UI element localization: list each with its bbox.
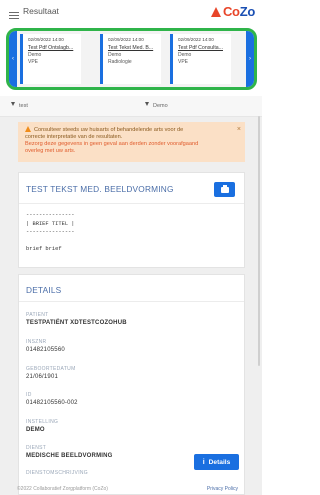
document-panel: TEST TEKST MED. BEELDVORMING -----------… [18,172,245,268]
logo-mark-icon [210,7,221,17]
warning-banner: Consulteer steeds uw huisarts of behande… [18,122,245,162]
filter-row: test Demo [0,96,262,117]
field-label: GEBOORTEDATUM [26,366,76,372]
logo-part2: Zo [239,4,256,19]
document-body: --------------- | BRIEF TITEL | --------… [26,212,75,252]
card-type: VPE [178,59,189,65]
field-value: 01482105560-002 [26,400,78,406]
card-dept: Demo [108,52,122,58]
scrollbar[interactable] [258,116,260,366]
filter-icon [11,102,15,106]
hamburger-menu-icon[interactable] [9,12,19,20]
divider [19,203,244,204]
card-name[interactable]: Test Pdf Ontslagb... [28,45,79,51]
details-field-insznr: INSZNR 01482105560 [26,339,65,353]
details-field-patient: PATIENT TESTPATIËNT XDTESTCOZOHUB [26,312,127,326]
field-label: INSTELLING [26,419,59,425]
details-field-instelling: INSTELLING DEMO [26,419,58,433]
print-button[interactable] [214,182,235,197]
result-card[interactable]: 02/09/2022 14:00 Test Pdf Ontslagb... De… [20,34,81,84]
footer: ©2022 Collaboratief Zorgplatform (CoZo) … [0,483,262,495]
field-value: MEDISCHE BEELDVORMING [26,453,113,459]
filter-test-label: test [19,103,28,109]
card-dept: Demo [28,52,42,58]
details-button-label: Details [208,458,231,466]
details-button[interactable]: i Details [194,454,239,470]
details-field-id: ID 01482105560-002 [26,392,78,406]
filter-demo-label: Demo [153,103,168,109]
warning-line-2: correcte interpretatie van de resultaten… [25,134,123,140]
divider [19,301,244,302]
page-title: Resultaat [23,6,59,16]
card-name[interactable]: Test Pdf Consulta... [178,45,229,51]
card-date: 02/09/2022 14:00 [178,37,214,42]
warning-close-button[interactable]: × [237,126,241,133]
field-label: ID [26,392,32,398]
field-value: DEMO [26,427,45,433]
card-type: Radiologie [108,59,132,65]
field-value: 01482105560 [26,347,65,353]
result-card[interactable]: 02/09/2022 14:00 Test Pdf Consulta... De… [170,34,231,84]
top-bar: Resultaat CoZo [0,0,262,24]
result-card[interactable]: 02/09/2022 14:00 Test Tekst Med. B... De… [100,34,161,84]
card-date: 02/09/2022 14:00 [28,37,64,42]
filter-test[interactable]: test [11,102,28,109]
card-dept: Demo [178,52,192,58]
field-label: DIENSTOMSCHRIJVING [26,470,88,476]
card-date: 02/09/2022 14:00 [108,37,144,42]
document-title: TEST TEKST MED. BEELDVORMING [26,184,174,194]
card-type: VPE [28,59,39,65]
details-field-dienstomschrijving: DIENSTOMSCHRIJVING [26,470,88,478]
results-carousel: ‹ 02/09/2022 14:00 Test Pdf Ontslagb... … [6,28,257,90]
warning-icon [25,126,31,132]
field-label: DIENST [26,445,47,451]
filter-icon [145,102,149,106]
logo-part1: Co [222,4,240,19]
warning-line-4: overleg met uw arts. [25,148,76,154]
carousel-prev-button[interactable]: ‹ [9,31,17,87]
card-name[interactable]: Test Tekst Med. B... [108,45,159,51]
field-value: TESTPATIËNT XDTESTCOZOHUB [26,320,127,326]
warning-line-3: Bezorg deze gegevens in geen geval aan d… [25,141,199,147]
printer-icon [220,184,229,193]
privacy-policy-link[interactable]: Privacy Policy [207,486,238,492]
field-label: INSZNR [26,339,47,345]
copyright-text: ©2022 Collaboratief Zorgplatform (CoZo) [17,486,108,492]
details-title: DETAILS [26,285,62,295]
cozo-logo: CoZo [210,4,256,19]
field-label: PATIENT [26,312,49,318]
details-field-geboortedatum: GEBOORTEDATUM 21/06/1901 [26,366,76,380]
warning-line-1: Consulteer steeds uw huisarts of behande… [34,127,184,133]
details-field-dienst: DIENST MEDISCHE BEELDVORMING [26,445,113,459]
carousel-next-button[interactable]: › [246,31,254,87]
filter-demo[interactable]: Demo [145,102,168,109]
field-value: 21/06/1901 [26,374,59,380]
info-icon: i [202,458,205,466]
